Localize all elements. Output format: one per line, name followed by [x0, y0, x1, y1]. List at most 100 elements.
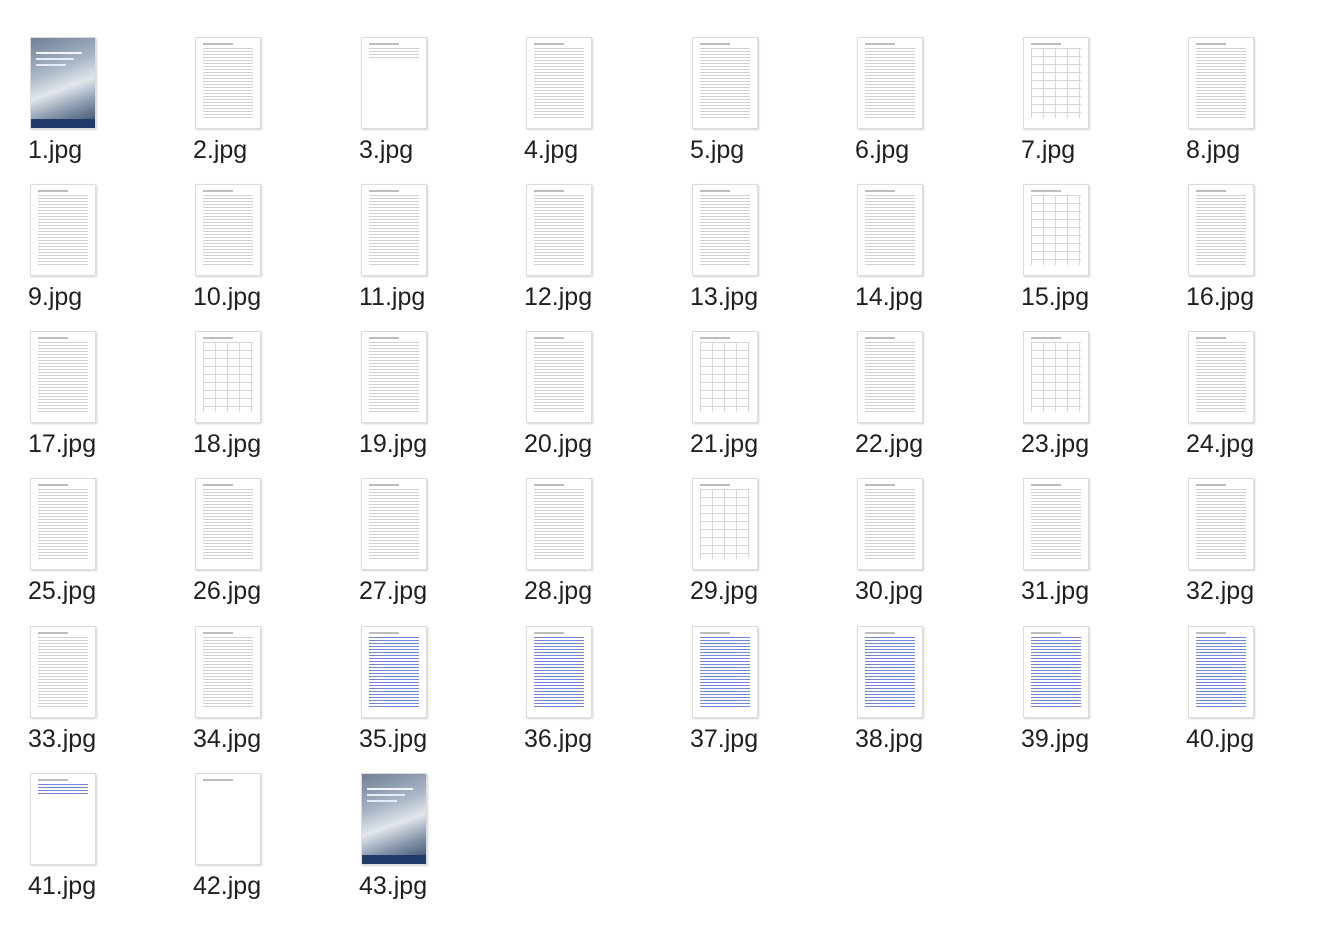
- file-item[interactable]: 21.jpg: [690, 331, 802, 471]
- file-thumbnail: [1023, 626, 1089, 718]
- file-item[interactable]: 34.jpg: [193, 626, 305, 766]
- file-name-label: 30.jpg: [855, 577, 924, 605]
- file-name-label: 34.jpg: [193, 725, 262, 753]
- file-thumbnail: [361, 331, 427, 423]
- file-name-label: 33.jpg: [28, 725, 97, 753]
- file-item[interactable]: 26.jpg: [193, 478, 305, 618]
- file-name-label: 40.jpg: [1186, 725, 1255, 753]
- file-name-label: 39.jpg: [1021, 725, 1090, 753]
- file-name-label: 11.jpg: [359, 283, 426, 311]
- file-item[interactable]: 18.jpg: [193, 331, 305, 471]
- file-item[interactable]: 13.jpg: [690, 184, 802, 324]
- file-item[interactable]: 19.jpg: [359, 331, 471, 471]
- file-thumbnail: [526, 37, 592, 129]
- file-name-label: 35.jpg: [359, 725, 428, 753]
- file-thumbnail: [1188, 478, 1254, 570]
- file-item[interactable]: 20.jpg: [524, 331, 636, 471]
- file-item[interactable]: 17.jpg: [28, 331, 140, 471]
- file-name-label: 23.jpg: [1021, 430, 1090, 458]
- file-name-label: 25.jpg: [28, 577, 97, 605]
- file-item[interactable]: 11.jpg: [359, 184, 471, 324]
- file-thumbnail: [30, 184, 96, 276]
- file-item[interactable]: 27.jpg: [359, 478, 471, 618]
- file-name-label: 1.jpg: [28, 136, 83, 164]
- file-name-label: 2.jpg: [193, 136, 248, 164]
- file-item[interactable]: 5.jpg: [690, 37, 802, 177]
- file-thumbnail: [30, 773, 96, 865]
- file-item[interactable]: 12.jpg: [524, 184, 636, 324]
- file-name-label: 36.jpg: [524, 725, 593, 753]
- file-thumbnail: [1023, 478, 1089, 570]
- file-name-label: 18.jpg: [193, 430, 262, 458]
- file-item[interactable]: 6.jpg: [855, 37, 967, 177]
- file-name-label: 16.jpg: [1186, 283, 1255, 311]
- file-item[interactable]: 35.jpg: [359, 626, 471, 766]
- file-thumbnail: [526, 478, 592, 570]
- file-item[interactable]: 36.jpg: [524, 626, 636, 766]
- file-name-label: 15.jpg: [1021, 283, 1090, 311]
- file-item[interactable]: 7.jpg: [1021, 37, 1133, 177]
- file-item[interactable]: 9.jpg: [28, 184, 140, 324]
- file-name-label: 24.jpg: [1186, 430, 1255, 458]
- file-name-label: 41.jpg: [28, 872, 97, 900]
- file-thumbnail: [30, 331, 96, 423]
- file-item[interactable]: 16.jpg: [1186, 184, 1298, 324]
- file-thumbnail: [857, 626, 923, 718]
- file-name-label: 37.jpg: [690, 725, 759, 753]
- file-name-label: 38.jpg: [855, 725, 924, 753]
- file-name-label: 12.jpg: [524, 283, 593, 311]
- file-item[interactable]: 3.jpg: [359, 37, 471, 177]
- file-item[interactable]: 1.jpg: [28, 37, 140, 177]
- file-item[interactable]: 43.jpg: [359, 773, 471, 913]
- file-thumbnail: [526, 626, 592, 718]
- file-name-label: 26.jpg: [193, 577, 262, 605]
- file-thumbnail: [195, 37, 261, 129]
- file-item[interactable]: 28.jpg: [524, 478, 636, 618]
- file-thumbnail: [692, 331, 758, 423]
- file-name-label: 27.jpg: [359, 577, 428, 605]
- file-thumbnail: [30, 626, 96, 718]
- file-item[interactable]: 29.jpg: [690, 478, 802, 618]
- file-name-label: 10.jpg: [193, 283, 262, 311]
- file-thumbnail: [195, 184, 261, 276]
- file-item[interactable]: 33.jpg: [28, 626, 140, 766]
- file-item[interactable]: 38.jpg: [855, 626, 967, 766]
- file-name-label: 32.jpg: [1186, 577, 1255, 605]
- file-thumbnail: [361, 626, 427, 718]
- file-name-label: 14.jpg: [855, 283, 924, 311]
- file-item[interactable]: 24.jpg: [1186, 331, 1298, 471]
- file-grid: 1.jpg 2.jpg 3.jpg 4.jpg 5.jpg 6.jpg 7.jpg 8.jpg…: [0, 0, 1321, 927]
- file-item[interactable]: 14.jpg: [855, 184, 967, 324]
- file-name-label: 4.jpg: [524, 136, 579, 164]
- file-thumbnail: [361, 184, 427, 276]
- file-name-label: 21.jpg: [690, 430, 759, 458]
- file-thumbnail: [361, 478, 427, 570]
- file-name-label: 6.jpg: [855, 136, 910, 164]
- file-item[interactable]: 39.jpg: [1021, 626, 1133, 766]
- file-thumbnail: [857, 184, 923, 276]
- file-item[interactable]: 30.jpg: [855, 478, 967, 618]
- file-thumbnail: [1188, 184, 1254, 276]
- file-item[interactable]: 4.jpg: [524, 37, 636, 177]
- file-item[interactable]: 42.jpg: [193, 773, 305, 913]
- file-item[interactable]: 37.jpg: [690, 626, 802, 766]
- file-item[interactable]: 22.jpg: [855, 331, 967, 471]
- file-item[interactable]: 23.jpg: [1021, 331, 1133, 471]
- file-name-label: 22.jpg: [855, 430, 924, 458]
- file-item[interactable]: 31.jpg: [1021, 478, 1133, 618]
- file-thumbnail: [857, 331, 923, 423]
- file-item[interactable]: 8.jpg: [1186, 37, 1298, 177]
- file-thumbnail: [692, 37, 758, 129]
- file-item[interactable]: 2.jpg: [193, 37, 305, 177]
- file-item[interactable]: 10.jpg: [193, 184, 305, 324]
- file-item[interactable]: 40.jpg: [1186, 626, 1298, 766]
- file-thumbnail: [1188, 626, 1254, 718]
- file-name-label: 9.jpg: [28, 283, 83, 311]
- file-name-label: 7.jpg: [1021, 136, 1076, 164]
- file-item[interactable]: 15.jpg: [1021, 184, 1133, 324]
- file-item[interactable]: 41.jpg: [28, 773, 140, 913]
- file-thumbnail: [30, 478, 96, 570]
- file-thumbnail: [195, 478, 261, 570]
- file-item[interactable]: 32.jpg: [1186, 478, 1298, 618]
- file-item[interactable]: 25.jpg: [28, 478, 140, 618]
